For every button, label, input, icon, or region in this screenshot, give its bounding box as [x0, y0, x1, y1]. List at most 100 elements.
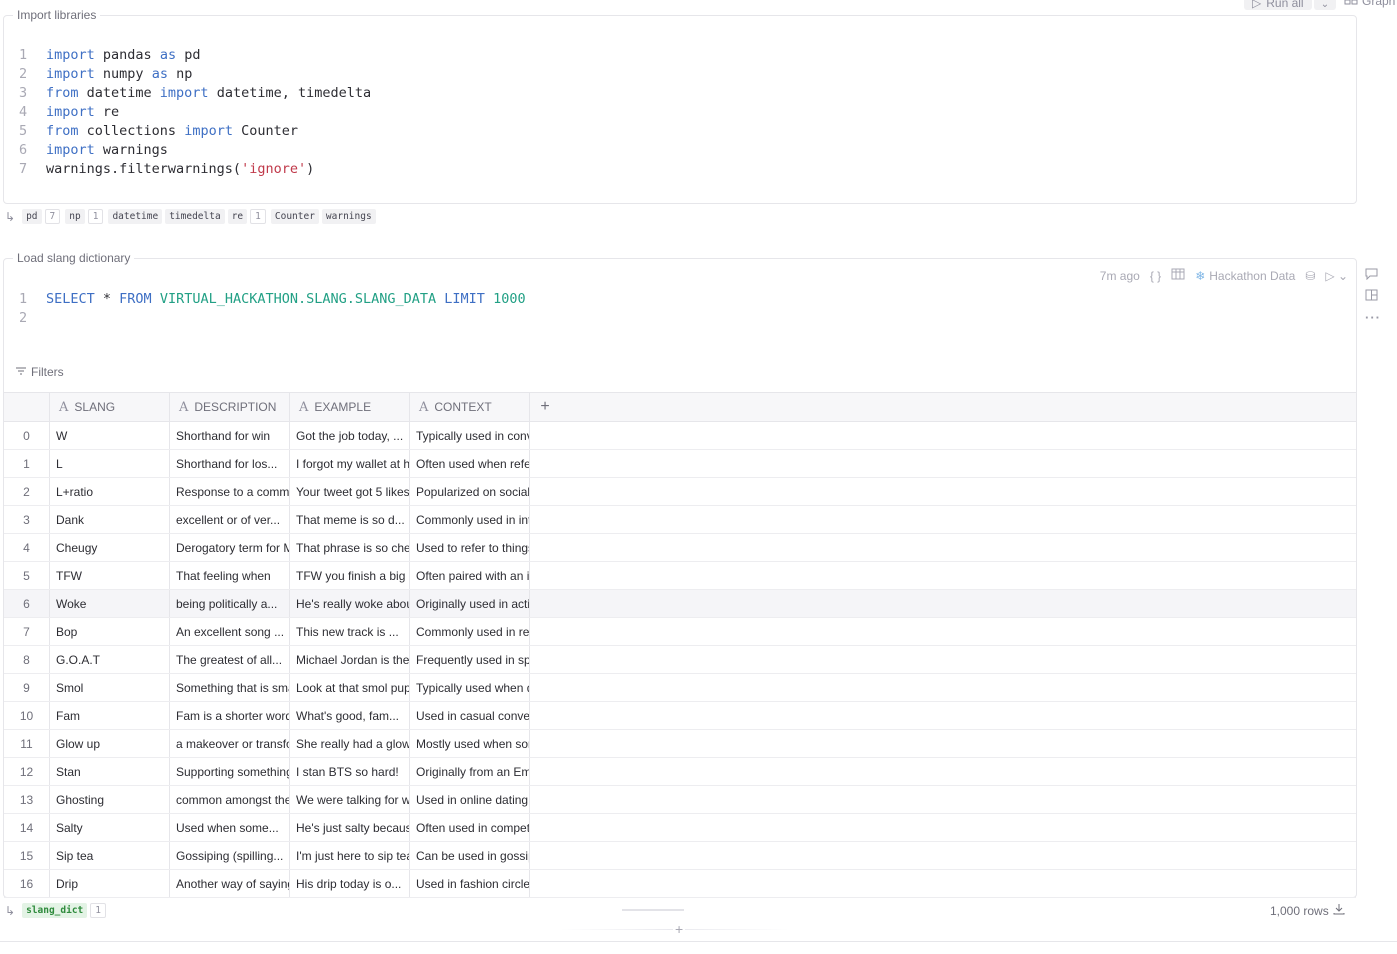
table-cell[interactable]: Drip [50, 870, 170, 897]
table-row[interactable]: 10 Fam Fam is a shorter word What's good, f… [4, 702, 1356, 730]
table-cell[interactable]: Woke [50, 590, 170, 617]
table-cell[interactable]: Sip tea [50, 842, 170, 869]
table-cell[interactable]: We were talking for weeks [290, 786, 410, 813]
table-cell[interactable]: Shorthand for win [170, 422, 290, 449]
code-line[interactable]: 4 import re [4, 103, 371, 122]
table-cell[interactable]: Typically used when describing [410, 674, 530, 701]
table-row[interactable]: 13Ghostingcommon amongst the youthWe wer… [4, 786, 1356, 814]
rows-count[interactable]: 1,000 rows [1270, 903, 1345, 918]
table-row[interactable]: 15 Sip tea Gossiping (spilling... I'm just … [4, 842, 1356, 870]
table-cell[interactable]: Popularized on social [410, 478, 530, 505]
table-row[interactable]: 8 G.O.A.T The greatest of all... Michael Jo… [4, 646, 1356, 674]
table-row[interactable]: 4CheugyDerogatory term for MillennialsTh… [4, 534, 1356, 562]
table-cell[interactable]: W [50, 422, 170, 449]
add-column-button[interactable]: + [530, 393, 560, 421]
import-libraries-cell[interactable]: Import libraries 1 import pandas as pd 2 im… [3, 8, 1357, 204]
output-variable-chip[interactable]: warnings [321, 209, 376, 224]
table-row[interactable]: 2L+ratioResponse to a commentYour tweet … [4, 478, 1356, 506]
cell-title[interactable]: Import libraries [13, 8, 101, 22]
results-table[interactable]: A SLANG A DESCRIPTION A EXAMPLE A CONTEXT + 0 W Sh… [4, 392, 1356, 898]
table-row[interactable]: 3 Dank excellent or of ver... That meme is … [4, 506, 1356, 534]
table-cell[interactable]: I'm just here to sip tea [290, 842, 410, 869]
table-cell[interactable]: Bop [50, 618, 170, 645]
table-cell[interactable]: Used in casual conversation [410, 702, 530, 729]
sql-editor[interactable]: 1 SELECT * FROM VIRTUAL_HACKATHON.SLANG.S… [4, 290, 526, 328]
run-cell-dropdown[interactable]: ▷ ⌄ [1325, 269, 1348, 283]
column-header-example[interactable]: A EXAMPLE [290, 393, 410, 421]
table-cell[interactable]: being politically a... [170, 590, 290, 617]
table-cell[interactable]: That meme is so d... [290, 506, 410, 533]
code-line[interactable]: 3 from datetime import datetime, timedelt… [4, 84, 371, 103]
comment-icon[interactable] [1365, 268, 1381, 283]
table-cell[interactable]: Dank [50, 506, 170, 533]
code-editor[interactable]: 1 import pandas as pd 2 import numpy as np 3… [4, 46, 371, 179]
code-line[interactable]: 1 import pandas as pd [4, 46, 371, 65]
table-cell[interactable]: excellent or of ver... [170, 506, 290, 533]
output-variable-chip[interactable]: datetime [108, 209, 163, 224]
table-cell[interactable]: Glow up [50, 730, 170, 757]
table-cell[interactable]: Can be used in gossip [410, 842, 530, 869]
output-variable-chip[interactable]: np [65, 209, 85, 224]
code-line[interactable]: 2 [4, 309, 526, 328]
table-cell[interactable]: What's good, fam... [290, 702, 410, 729]
table-cell[interactable]: Response to a comment [170, 478, 290, 505]
table-cell[interactable]: Used in fashion circles [410, 870, 530, 897]
table-cell[interactable]: Shorthand for los... [170, 450, 290, 477]
table-cell[interactable]: Michael Jordan is the GOAT [290, 646, 410, 673]
table-cell[interactable]: Often used when referring [410, 450, 530, 477]
cell-title[interactable]: Load slang dictionary [13, 251, 135, 265]
table-row[interactable]: 12 Stan Supporting something I stan BTS so … [4, 758, 1356, 786]
table-row[interactable]: 11Glow upa makeover or transformationShe… [4, 730, 1356, 758]
table-cell[interactable]: Cheugy [50, 534, 170, 561]
column-header-slang[interactable]: A SLANG [50, 393, 170, 421]
data-connection-selector[interactable]: ❄ Hackathon Data [1195, 269, 1295, 283]
database-icon[interactable]: ⛁ [1305, 269, 1315, 283]
table-row[interactable]: 0 W Shorthand for win Got the job today, ..… [4, 422, 1356, 450]
table-cell[interactable]: That phrase is so cheugy [290, 534, 410, 561]
column-header-description[interactable]: A DESCRIPTION [170, 393, 290, 421]
table-row[interactable]: 1 L Shorthand for los... I forgot my wallet… [4, 450, 1356, 478]
table-cell[interactable]: I stan BTS so hard! [290, 758, 410, 785]
table-row[interactable]: 9 Smol Something that is small Look at that… [4, 674, 1356, 702]
output-variable-chip[interactable]: pd [22, 209, 42, 224]
table-cell[interactable]: This new track is ... [290, 618, 410, 645]
table-cell[interactable]: Originally used in activism [410, 590, 530, 617]
table-cell[interactable]: a makeover or transformation [170, 730, 290, 757]
table-view-icon[interactable] [1171, 268, 1185, 283]
table-cell[interactable]: An excellent song ... [170, 618, 290, 645]
table-cell[interactable]: TFW you finish a big project [290, 562, 410, 589]
table-cell[interactable]: Commonly used in reviews [410, 618, 530, 645]
table-cell[interactable]: Something that is small [170, 674, 290, 701]
table-cell[interactable]: G.O.A.T [50, 646, 170, 673]
table-cell[interactable]: Frequently used in sports [410, 646, 530, 673]
download-icon[interactable] [1333, 903, 1345, 918]
table-cell[interactable]: The greatest of all... [170, 646, 290, 673]
table-cell[interactable]: Fam is a shorter word [170, 702, 290, 729]
output-variable-chip[interactable]: slang_dict [22, 903, 88, 918]
output-variable-chip[interactable]: Counter [270, 209, 319, 224]
table-cell[interactable]: Commonly used in internet [410, 506, 530, 533]
table-row[interactable]: 16 Drip Another way of saying His drip toda… [4, 870, 1356, 898]
table-cell[interactable]: common amongst the youth [170, 786, 290, 813]
table-cell[interactable]: I forgot my wallet at home [290, 450, 410, 477]
table-cell[interactable]: She really had a glow up [290, 730, 410, 757]
table-cell[interactable]: That feeling when [170, 562, 290, 589]
code-line[interactable]: 7 warnings.filterwarnings('ignore') [4, 160, 371, 179]
more-options-icon[interactable]: ··· [1365, 310, 1381, 325]
table-cell[interactable]: Used to refer to things [410, 534, 530, 561]
filters-button[interactable]: Filters [15, 365, 64, 379]
table-cell[interactable]: Salty [50, 814, 170, 841]
run-all-button[interactable]: ▷ Run all [1244, 0, 1312, 10]
table-row[interactable]: 14 Salty Used when some... He's just salty … [4, 814, 1356, 842]
add-cell-button[interactable]: + [673, 921, 686, 937]
table-cell[interactable]: Your tweet got 5 likes [290, 478, 410, 505]
table-cell[interactable]: L [50, 450, 170, 477]
table-row[interactable]: 7 Bop An excellent song ... This new track … [4, 618, 1356, 646]
code-line[interactable]: 1 SELECT * FROM VIRTUAL_HACKATHON.SLANG.S… [4, 290, 526, 309]
table-cell[interactable]: Mostly used when someone [410, 730, 530, 757]
table-cell[interactable]: Used when some... [170, 814, 290, 841]
json-icon[interactable]: { } [1150, 269, 1161, 283]
table-row[interactable]: 6 Woke being politically a... He's really w… [4, 590, 1356, 618]
resize-handle[interactable] [622, 909, 684, 911]
code-line[interactable]: 5 from collections import Counter [4, 122, 371, 141]
